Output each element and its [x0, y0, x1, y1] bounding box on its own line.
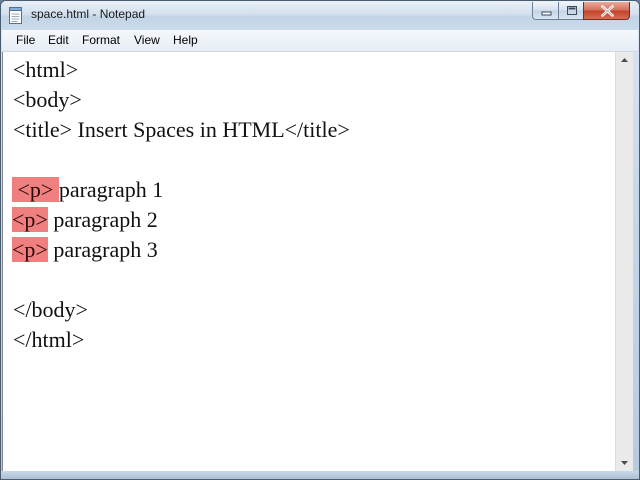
close-icon	[601, 5, 614, 17]
code-line: <p> paragraph 3	[12, 235, 158, 265]
maximize-icon	[567, 6, 577, 15]
text-editor-area[interactable]: <html> <body> <title> Insert Spaces in H…	[2, 52, 616, 471]
highlighted-p-tag: <p>	[12, 177, 59, 202]
scroll-down-button[interactable]	[616, 454, 633, 471]
minimize-icon	[541, 11, 552, 16]
code-line: <p> paragraph 1	[12, 175, 163, 205]
menu-format[interactable]: Format	[82, 33, 120, 47]
menu-file[interactable]: File	[16, 33, 35, 47]
code-line: <html>	[13, 57, 79, 82]
menu-help[interactable]: Help	[173, 33, 198, 47]
minimize-button[interactable]	[532, 2, 559, 20]
paragraph-text: paragraph 2	[47, 207, 158, 232]
notepad-window: space.html - Notepad File Edit Format Vi…	[0, 0, 640, 480]
menu-view[interactable]: View	[134, 33, 160, 47]
code-line: <title> Insert Spaces in HTML</title>	[13, 117, 350, 142]
paragraph-text: paragraph 1	[58, 177, 164, 202]
code-line: </body>	[13, 297, 88, 322]
highlighted-p-tag: <p>	[12, 207, 48, 232]
scroll-up-arrow-icon	[621, 58, 628, 62]
highlighted-p-tag: <p>	[12, 237, 48, 262]
scroll-down-arrow-icon	[621, 461, 628, 465]
notepad-icon[interactable]	[9, 7, 23, 24]
window-bottom-border	[1, 471, 639, 479]
close-button[interactable]	[583, 2, 630, 20]
code-line: <body>	[13, 87, 82, 112]
vertical-scrollbar[interactable]	[615, 52, 633, 471]
window-title: space.html - Notepad	[31, 7, 146, 21]
code-line: </html>	[13, 327, 85, 352]
paragraph-text: paragraph 3	[47, 237, 158, 262]
title-bar[interactable]: space.html - Notepad	[1, 1, 639, 30]
menu-edit[interactable]: Edit	[48, 33, 69, 47]
code-line: <p> paragraph 2	[12, 205, 158, 235]
menu-bar: File Edit Format View Help	[2, 30, 638, 52]
scroll-up-button[interactable]	[616, 52, 633, 69]
maximize-button[interactable]	[558, 2, 584, 20]
